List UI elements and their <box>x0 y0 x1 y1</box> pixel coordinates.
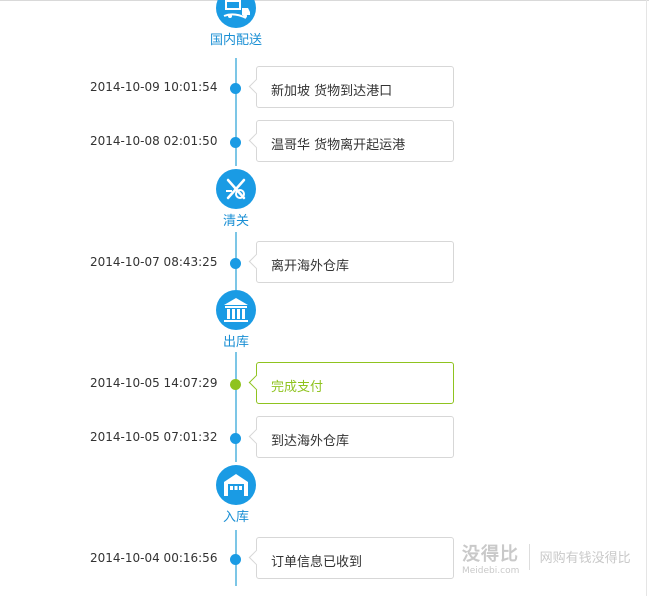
event-message-box: 到达海外仓库 <box>248 416 454 458</box>
customs-clearance-icon <box>216 169 256 209</box>
timeline-event: 2014-10-05 14:07:29 完成支付 <box>0 362 649 406</box>
stage-label: 清关 <box>222 214 249 229</box>
event-message-box: 订单信息已收到 <box>248 537 454 579</box>
event-message: 订单信息已收到 <box>271 555 363 570</box>
timeline-dot <box>230 433 241 444</box>
event-time: 2014-10-09 10:01:54 <box>90 80 218 94</box>
stage-warehouse-in: 入库 <box>176 465 296 526</box>
box-pointer <box>248 78 265 95</box>
stage-label: 出库 <box>222 335 249 350</box>
event-message: 温哥华 货物离开起运港 <box>271 138 406 153</box>
timeline-event: 2014-10-07 08:43:25 离开海外仓库 <box>0 241 649 285</box>
timeline-event: 2014-10-09 10:01:54 新加坡 货物到达港口 <box>0 66 649 110</box>
event-message-box: 新加坡 货物到达港口 <box>248 66 454 108</box>
event-message: 离开海外仓库 <box>271 259 350 274</box>
event-message: 完成支付 <box>271 380 324 395</box>
box-pointer <box>248 253 265 270</box>
event-message-box: 温哥华 货物离开起运港 <box>248 120 454 162</box>
stage-domestic-delivery: 国内配送 <box>176 0 296 49</box>
top-divider <box>0 0 649 1</box>
box-pointer <box>248 374 265 391</box>
stage-label: 入库 <box>222 510 249 525</box>
watermark-brand: 没得比 <box>462 544 519 565</box>
timeline-dot-current <box>230 379 241 390</box>
stage-customs-clearance: 清关 <box>176 169 296 230</box>
watermark-domain: Meidebi.com <box>462 566 520 576</box>
event-message: 新加坡 货物到达港口 <box>271 84 393 99</box>
timeline-event: 2014-10-08 02:01:50 温哥华 货物离开起运港 <box>0 120 649 164</box>
watermark: 没得比 网购有钱没得比 Meidebi.com <box>462 540 631 576</box>
event-time: 2014-10-08 02:01:50 <box>90 134 218 148</box>
event-message-box: 完成支付 <box>248 362 454 404</box>
event-time: 2014-10-05 14:07:29 <box>90 376 218 390</box>
box-pointer <box>248 428 265 445</box>
timeline-dot <box>230 83 241 94</box>
timeline-dot <box>230 554 241 565</box>
event-time: 2014-10-04 00:16:56 <box>90 551 218 565</box>
watermark-separator <box>528 543 530 570</box>
box-pointer <box>248 132 265 149</box>
stage-label: 国内配送 <box>209 33 262 48</box>
watermark-slogan: 网购有钱没得比 <box>539 551 631 566</box>
stage-warehouse-out: 出库 <box>176 290 296 351</box>
warehouse-in-icon <box>216 465 256 505</box>
box-pointer <box>248 549 265 566</box>
timeline-dot <box>230 258 241 269</box>
event-time: 2014-10-05 07:01:32 <box>90 430 218 444</box>
event-message: 到达海外仓库 <box>271 434 350 449</box>
event-time: 2014-10-07 08:43:25 <box>90 255 218 269</box>
timeline-event: 2014-10-05 07:01:32 到达海外仓库 <box>0 416 649 460</box>
domestic-delivery-icon <box>216 0 256 28</box>
timeline-dot <box>230 137 241 148</box>
event-message-box: 离开海外仓库 <box>248 241 454 283</box>
warehouse-out-icon <box>216 290 256 330</box>
